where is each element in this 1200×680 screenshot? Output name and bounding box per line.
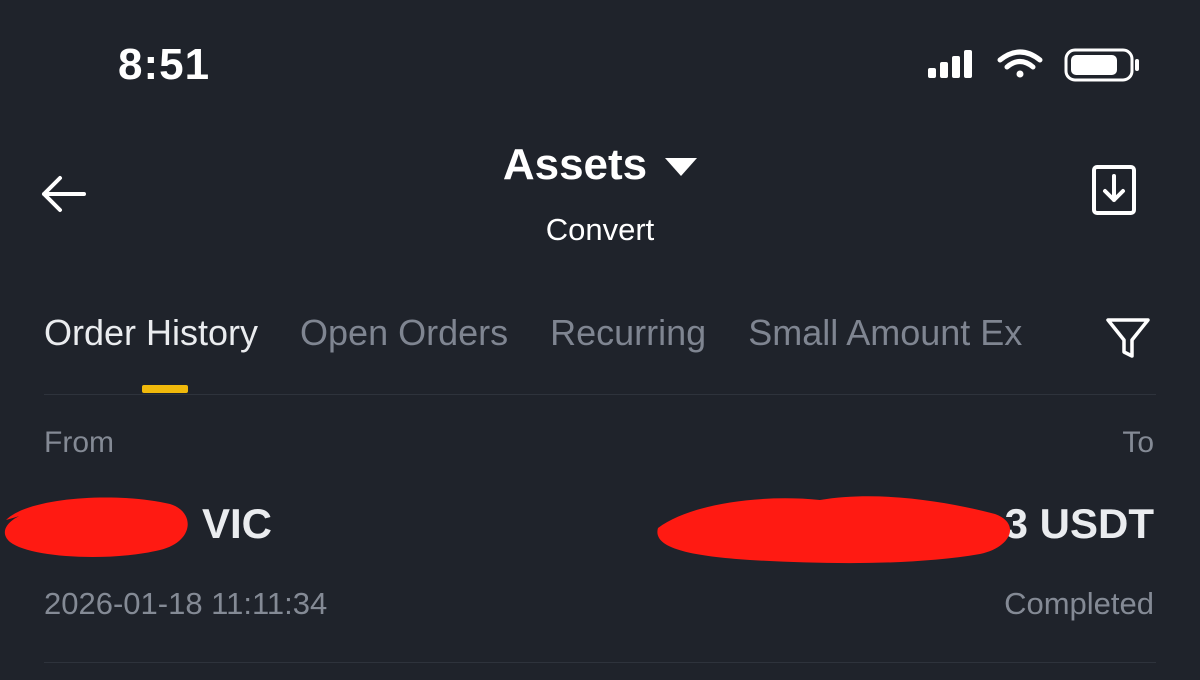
- active-tab-indicator: [142, 385, 188, 393]
- tab-bar: Order History Open Orders Recurring Small A…: [44, 312, 1094, 372]
- download-button[interactable]: [1088, 164, 1140, 216]
- order-status: Completed: [1004, 586, 1154, 621]
- caret-down-icon: [665, 158, 698, 176]
- page-title: Assets: [502, 140, 648, 189]
- wifi-icon: [997, 49, 1043, 78]
- download-icon: [1092, 165, 1136, 215]
- to-amount: 3 USDT: [1004, 500, 1154, 547]
- battery-icon: [1064, 48, 1139, 82]
- status-time: 8:51: [118, 40, 211, 89]
- tab-order-history[interactable]: Order History: [44, 312, 258, 354]
- tab-recurring[interactable]: Recurring: [550, 312, 706, 354]
- column-header-from: From: [44, 426, 114, 459]
- cellular-signal-icon: [928, 50, 972, 78]
- order-row[interactable]: VIC 3 USDT 2026-01-18 11:11:34 Completed: [0, 490, 1200, 630]
- tab-small-amount-exchange[interactable]: Small Amount Ex: [748, 312, 1022, 354]
- tabs-divider: [44, 394, 1156, 395]
- redaction-scribble-from: [4, 497, 188, 557]
- title-bar: Assets: [0, 140, 1200, 190]
- row-divider: [44, 662, 1156, 663]
- page-subtitle: Convert: [545, 212, 655, 247]
- asset-type-selector[interactable]: Assets: [502, 140, 698, 190]
- status-icons: [924, 46, 1142, 86]
- from-amount: VIC: [202, 500, 273, 547]
- redaction-scribble-to: [657, 496, 1011, 564]
- filter-icon: [1106, 318, 1150, 358]
- filter-button[interactable]: [1104, 314, 1152, 362]
- order-time: 2026-01-18 11:11:34: [44, 586, 328, 621]
- column-header-to: To: [1122, 426, 1154, 459]
- tab-open-orders[interactable]: Open Orders: [300, 312, 508, 354]
